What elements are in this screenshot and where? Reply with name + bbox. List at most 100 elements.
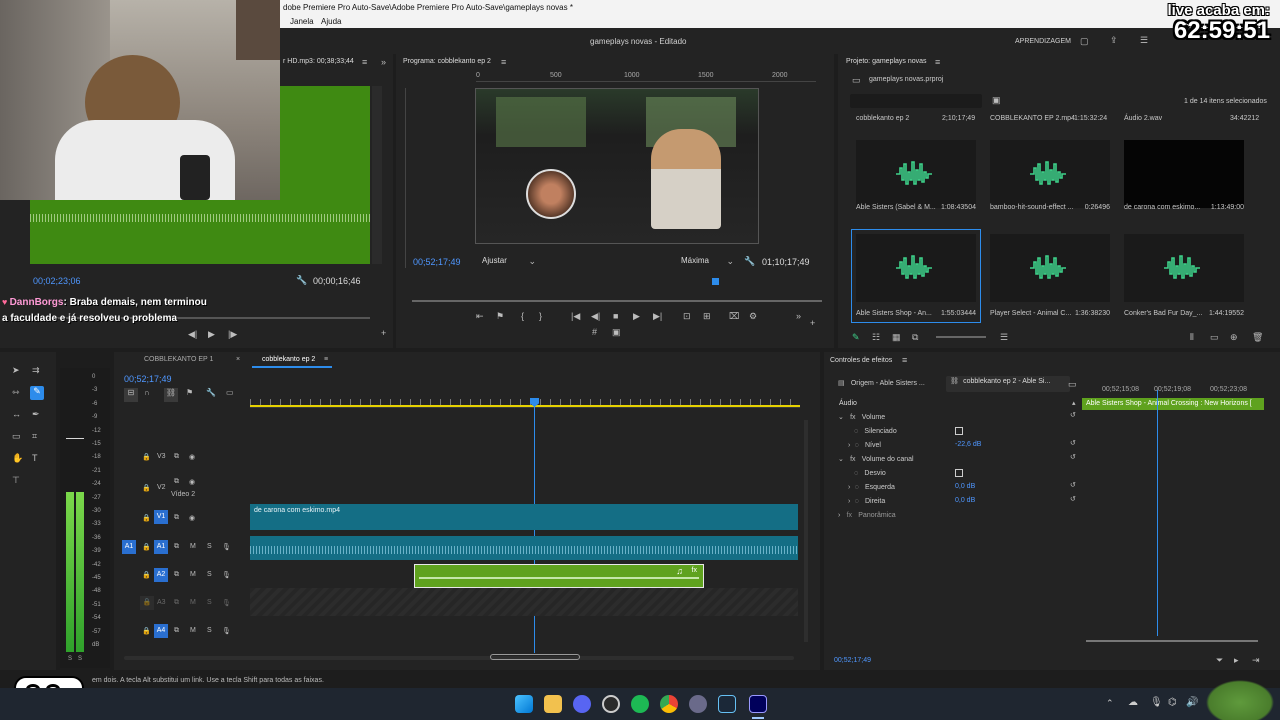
sync-lock-icon[interactable]: ⧉ [174, 599, 179, 607]
icon-view-icon[interactable]: ▦ [892, 332, 901, 343]
settings-icon[interactable]: 🔧 [206, 388, 216, 397]
project-search-input[interactable] [850, 94, 982, 108]
expand-panels-icon[interactable]: » [381, 58, 386, 67]
bin-item[interactable]: de carona com eskimo... 1:13:49:00 [1120, 124, 1248, 216]
lift-icon[interactable]: ⇤ [476, 311, 484, 322]
left-value[interactable]: 0,0 dB [955, 483, 975, 490]
source-step-back-icon[interactable]: ◀| [188, 330, 197, 339]
spotify-icon[interactable] [631, 695, 649, 713]
program-scrub-bar[interactable] [412, 300, 822, 302]
play-audio-icon[interactable]: ▸ [1234, 656, 1239, 665]
menu-icon[interactable]: ☰ [1140, 36, 1148, 45]
mark-out-icon[interactable]: } [539, 311, 542, 321]
bypass-checkbox[interactable] [955, 469, 963, 477]
scroll-up-icon[interactable]: ▴ [1072, 400, 1076, 407]
work-area-bar[interactable] [250, 405, 800, 407]
mark-in-icon[interactable]: { [521, 311, 524, 321]
audio-clip-a2[interactable]: ♫ fx [414, 564, 704, 588]
selection-tool-icon[interactable]: ➤ [12, 366, 20, 375]
tray-network-icon[interactable]: ⌬ [1168, 697, 1177, 708]
quality-dropdown[interactable]: Máxima ⌄ [681, 256, 736, 270]
source-add-icon[interactable]: + [381, 329, 386, 338]
type-tool-icon[interactable]: T [32, 454, 38, 463]
start-icon[interactable] [515, 695, 533, 713]
new-item-icon[interactable]: ⊕ [1230, 332, 1238, 343]
automate-icon[interactable]: ⫴ [1190, 332, 1194, 343]
mute-button[interactable]: M [190, 627, 196, 634]
trash-icon[interactable]: 🗑 [1252, 332, 1263, 343]
lock-icon[interactable]: 🔒 [140, 596, 154, 610]
stop-icon[interactable]: ■ [613, 311, 618, 321]
reset-icon[interactable]: ↺ [1070, 412, 1076, 419]
effects-tab-seq[interactable]: ⛓ cobblekanto ep 2 - Able Si... [946, 376, 1070, 392]
lock-icon[interactable]: 🔒 [142, 453, 151, 461]
source-timecode-left[interactable]: 00;02;23;06 [33, 276, 81, 286]
menu-janela[interactable]: Janela [290, 17, 314, 26]
lock-icon[interactable]: 🔒 [142, 543, 151, 551]
timeline-hscroll[interactable] [124, 654, 794, 660]
go-to-in-icon[interactable]: |◀ [571, 311, 580, 322]
bin-item[interactable]: bamboo-hit-sound-effect ... 0:26496 [986, 124, 1114, 216]
tab-menu-icon[interactable]: ≡ [324, 356, 328, 363]
wrench-icon[interactable]: 🔧 [296, 276, 307, 285]
more-icon[interactable]: » [796, 311, 801, 321]
mic-icon[interactable]: 🎙 [222, 543, 231, 551]
razor-tool-icon[interactable]: ✎ [30, 386, 44, 400]
play-icon[interactable]: ▶ [633, 311, 640, 322]
sync-lock-icon[interactable]: ⧉ [174, 543, 179, 551]
insert-icon[interactable]: ⊡ [683, 311, 691, 322]
new-bin-icon[interactable]: ▭ [1210, 332, 1219, 343]
stopwatch-icon[interactable]: ◌ [854, 428, 858, 435]
effects-tab-source[interactable]: ▤ Origem - Able Sisters ... [838, 378, 938, 392]
reset-icon[interactable]: ↺ [1070, 454, 1076, 461]
sort-icon[interactable]: ☰ [1000, 332, 1008, 343]
track-select-icon[interactable]: ⇉ [32, 366, 40, 375]
add-marker-icon[interactable]: ⚑ [186, 388, 193, 397]
new-bin-icon[interactable]: ▣ [992, 96, 1001, 105]
app-icon[interactable] [689, 695, 707, 713]
effect-row-panner[interactable]: › fx Panorâmica [838, 510, 1078, 522]
program-timecode[interactable]: 00;52;17;49 [413, 257, 461, 267]
step-back-icon[interactable]: ◀| [591, 311, 600, 322]
reset-icon[interactable]: ↺ [1070, 496, 1076, 503]
snap-icon[interactable]: ∩ [144, 388, 150, 397]
stopwatch-icon[interactable]: ◌ [854, 470, 858, 477]
add-button-icon[interactable]: + [810, 319, 815, 328]
mute-button[interactable]: M [190, 571, 196, 578]
workspace-label[interactable]: APRENDIZAGEM [1015, 38, 1071, 45]
mic-icon[interactable]: 🎙 [222, 627, 231, 635]
stopwatch-icon[interactable]: ◌ [855, 442, 859, 449]
lock-icon[interactable]: 🔒 [142, 627, 151, 635]
project-menu-icon[interactable]: ≡ [935, 58, 940, 67]
hand-tool-icon[interactable]: ✋ [12, 454, 23, 463]
solo-button[interactable]: S [207, 627, 212, 634]
mic-icon[interactable]: 🎙 [222, 571, 231, 579]
mute-button[interactable]: M [190, 599, 196, 606]
discord-icon[interactable] [573, 695, 591, 713]
nest-icon[interactable]: ⊟ [124, 388, 138, 402]
panel-menu-icon[interactable]: ≡ [362, 58, 367, 67]
bin-item[interactable]: Conker's Bad Fur Day_... 1:44:19552 [1120, 230, 1248, 322]
close-icon[interactable]: × [236, 356, 240, 363]
tab-cobblekanto-ep2[interactable]: cobblekanto ep 2 [262, 356, 315, 363]
effects-hscroll[interactable] [1086, 640, 1258, 642]
track-label[interactable]: A3 [157, 599, 166, 606]
track-label[interactable]: V2 [157, 484, 166, 491]
lock-icon[interactable]: 🔒 [142, 484, 151, 492]
solo-button[interactable]: S [207, 543, 212, 550]
timeline-vscroll[interactable] [804, 420, 808, 642]
tray-mic-icon[interactable]: 🎙 [1150, 697, 1163, 708]
chrome-icon[interactable] [660, 695, 678, 713]
level-value[interactable]: -22,6 dB [955, 441, 981, 448]
solo-button[interactable]: S [207, 599, 212, 606]
audio-clip-a1[interactable] [250, 536, 798, 560]
grid-icon[interactable]: # [592, 328, 597, 337]
ripple-edit-icon[interactable]: ⇿ [12, 388, 20, 397]
reset-icon[interactable]: ↺ [1070, 482, 1076, 489]
mute-checkbox[interactable] [955, 427, 963, 435]
pencil-icon[interactable]: ✎ [852, 332, 860, 343]
source-scroll[interactable] [372, 86, 382, 264]
wrench-icon[interactable]: 🔧 [744, 257, 755, 266]
steam-icon[interactable] [718, 695, 736, 713]
lock-icon[interactable]: 🔒 [142, 514, 151, 522]
